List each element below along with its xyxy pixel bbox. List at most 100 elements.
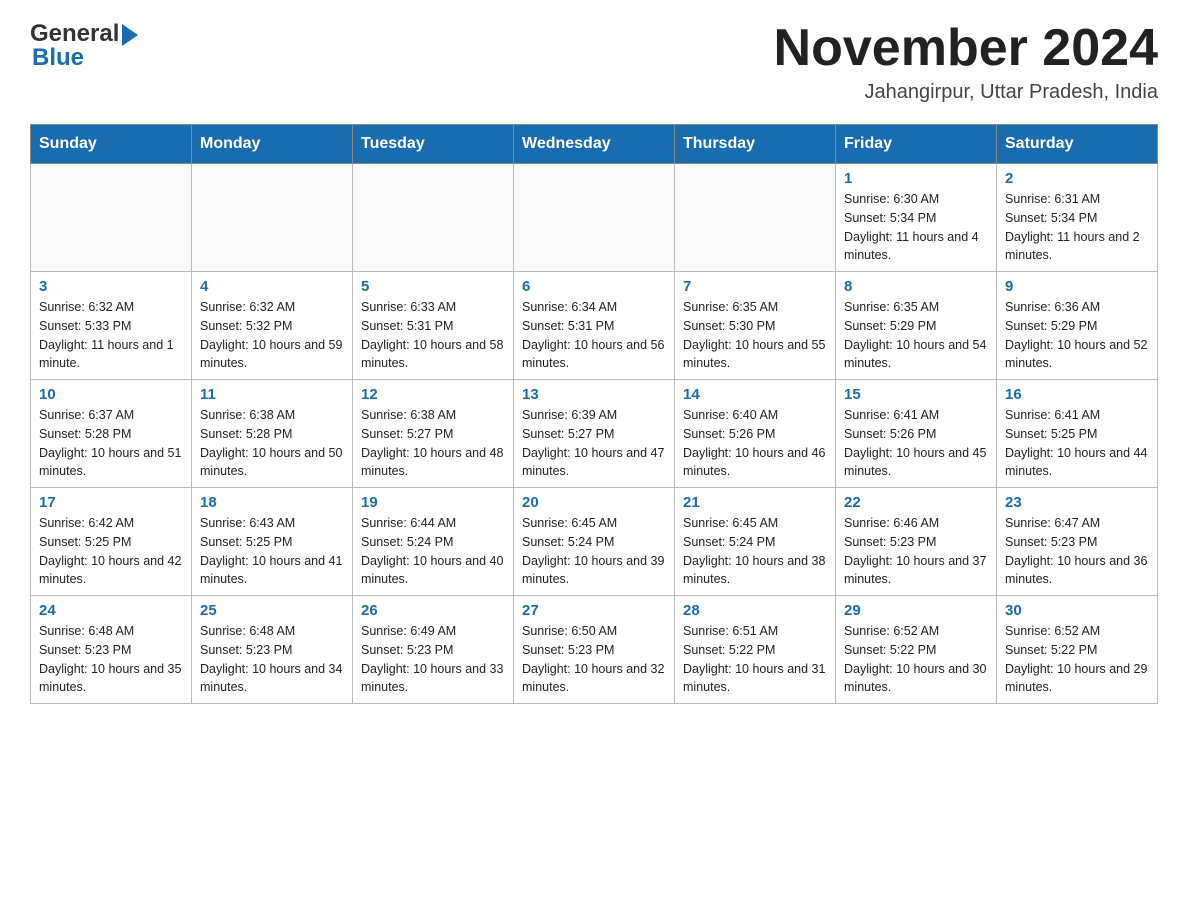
logo-arrow-icon: [122, 24, 138, 46]
month-title: November 2024: [774, 20, 1158, 77]
day-info: Sunrise: 6:50 AMSunset: 5:23 PMDaylight:…: [522, 622, 666, 697]
day-info: Sunrise: 6:51 AMSunset: 5:22 PMDaylight:…: [683, 622, 827, 697]
day-number: 3: [39, 278, 183, 295]
day-info: Sunrise: 6:34 AMSunset: 5:31 PMDaylight:…: [522, 298, 666, 373]
calendar-cell: 20 Sunrise: 6:45 AMSunset: 5:24 PMDayligh…: [514, 488, 675, 596]
day-number: 25: [200, 602, 344, 619]
calendar-cell: 18Sunrise: 6:43 AMSunset: 5:25 PMDayligh…: [192, 488, 353, 596]
calendar-header-row: SundayMondayTuesdayWednesdayThursdayFrid…: [31, 125, 1158, 164]
location-subtitle: Jahangirpur, Uttar Pradesh, India: [774, 81, 1158, 104]
day-info: Sunrise: 6:41 AMSunset: 5:26 PMDaylight:…: [844, 406, 988, 481]
day-number: 9: [1005, 278, 1149, 295]
day-info: Sunrise: 6:42 AMSunset: 5:25 PMDaylight:…: [39, 514, 183, 589]
weekday-header-sunday: Sunday: [31, 125, 192, 164]
calendar-cell: 30 Sunrise: 6:52 AMSunset: 5:22 PMDayligh…: [997, 596, 1158, 704]
calendar-cell: 25 Sunrise: 6:48 AMSunset: 5:23 PMDayligh…: [192, 596, 353, 704]
calendar-cell: 5 Sunrise: 6:33 AMSunset: 5:31 PMDaylight…: [353, 272, 514, 380]
logo: General Blue: [30, 20, 138, 72]
day-info: Sunrise: 6:32 AMSunset: 5:32 PMDaylight:…: [200, 298, 344, 373]
day-number: 30: [1005, 602, 1149, 619]
day-info: Sunrise: 6:40 AMSunset: 5:26 PMDaylight:…: [683, 406, 827, 481]
weekday-header-monday: Monday: [192, 125, 353, 164]
weekday-header-thursday: Thursday: [675, 125, 836, 164]
calendar-cell: 19Sunrise: 6:44 AMSunset: 5:24 PMDayligh…: [353, 488, 514, 596]
calendar-week-row: 10 Sunrise: 6:37 AMSunset: 5:28 PMDayligh…: [31, 380, 1158, 488]
logo-blue-text: Blue: [32, 44, 84, 72]
calendar-cell: [353, 164, 514, 272]
weekday-header-friday: Friday: [836, 125, 997, 164]
calendar-cell: 6Sunrise: 6:34 AMSunset: 5:31 PMDaylight…: [514, 272, 675, 380]
day-info: Sunrise: 6:36 AMSunset: 5:29 PMDaylight:…: [1005, 298, 1149, 373]
weekday-header-saturday: Saturday: [997, 125, 1158, 164]
day-number: 29: [844, 602, 988, 619]
calendar-cell: 27 Sunrise: 6:50 AMSunset: 5:23 PMDayligh…: [514, 596, 675, 704]
calendar-week-row: 1Sunrise: 6:30 AMSunset: 5:34 PMDaylight…: [31, 164, 1158, 272]
calendar-cell: 15 Sunrise: 6:41 AMSunset: 5:26 PMDayligh…: [836, 380, 997, 488]
calendar-cell: 26 Sunrise: 6:49 AMSunset: 5:23 PMDayligh…: [353, 596, 514, 704]
day-info: Sunrise: 6:33 AMSunset: 5:31 PMDaylight:…: [361, 298, 505, 373]
day-info: Sunrise: 6:35 AMSunset: 5:29 PMDaylight:…: [844, 298, 988, 373]
day-number: 14: [683, 386, 827, 403]
day-number: 8: [844, 278, 988, 295]
day-info: Sunrise: 6:48 AMSunset: 5:23 PMDaylight:…: [39, 622, 183, 697]
calendar-cell: 8 Sunrise: 6:35 AMSunset: 5:29 PMDaylight…: [836, 272, 997, 380]
day-number: 15: [844, 386, 988, 403]
day-info: Sunrise: 6:49 AMSunset: 5:23 PMDaylight:…: [361, 622, 505, 697]
day-info: Sunrise: 6:31 AMSunset: 5:34 PMDaylight:…: [1005, 190, 1149, 265]
title-block: November 2024 Jahangirpur, Uttar Pradesh…: [774, 20, 1158, 104]
day-info: Sunrise: 6:38 AMSunset: 5:28 PMDaylight:…: [200, 406, 344, 481]
day-number: 13: [522, 386, 666, 403]
day-number: 19: [361, 494, 505, 511]
calendar-cell: 10 Sunrise: 6:37 AMSunset: 5:28 PMDayligh…: [31, 380, 192, 488]
calendar-cell: 21Sunrise: 6:45 AMSunset: 5:24 PMDayligh…: [675, 488, 836, 596]
calendar-cell: 4Sunrise: 6:32 AMSunset: 5:32 PMDaylight…: [192, 272, 353, 380]
calendar-cell: 12 Sunrise: 6:38 AMSunset: 5:27 PMDayligh…: [353, 380, 514, 488]
day-info: Sunrise: 6:48 AMSunset: 5:23 PMDaylight:…: [200, 622, 344, 697]
day-number: 16: [1005, 386, 1149, 403]
calendar-cell: 3Sunrise: 6:32 AMSunset: 5:33 PMDaylight…: [31, 272, 192, 380]
day-info: Sunrise: 6:45 AMSunset: 5:24 PMDaylight:…: [683, 514, 827, 589]
calendar-week-row: 17 Sunrise: 6:42 AMSunset: 5:25 PMDayligh…: [31, 488, 1158, 596]
day-number: 28: [683, 602, 827, 619]
calendar-cell: 1Sunrise: 6:30 AMSunset: 5:34 PMDaylight…: [836, 164, 997, 272]
calendar-cell: 16 Sunrise: 6:41 AMSunset: 5:25 PMDayligh…: [997, 380, 1158, 488]
day-number: 26: [361, 602, 505, 619]
calendar-cell: [31, 164, 192, 272]
calendar-cell: 24 Sunrise: 6:48 AMSunset: 5:23 PMDayligh…: [31, 596, 192, 704]
calendar-cell: 2 Sunrise: 6:31 AMSunset: 5:34 PMDaylight…: [997, 164, 1158, 272]
calendar-week-row: 3Sunrise: 6:32 AMSunset: 5:33 PMDaylight…: [31, 272, 1158, 380]
day-info: Sunrise: 6:52 AMSunset: 5:22 PMDaylight:…: [1005, 622, 1149, 697]
calendar-cell: 7Sunrise: 6:35 AMSunset: 5:30 PMDaylight…: [675, 272, 836, 380]
calendar-table: SundayMondayTuesdayWednesdayThursdayFrid…: [30, 124, 1158, 704]
day-info: Sunrise: 6:37 AMSunset: 5:28 PMDaylight:…: [39, 406, 183, 481]
calendar-cell: [514, 164, 675, 272]
calendar-cell: 13 Sunrise: 6:39 AMSunset: 5:27 PMDayligh…: [514, 380, 675, 488]
day-info: Sunrise: 6:38 AMSunset: 5:27 PMDaylight:…: [361, 406, 505, 481]
day-info: Sunrise: 6:39 AMSunset: 5:27 PMDaylight:…: [522, 406, 666, 481]
calendar-cell: 11Sunrise: 6:38 AMSunset: 5:28 PMDayligh…: [192, 380, 353, 488]
day-number: 24: [39, 602, 183, 619]
day-number: 10: [39, 386, 183, 403]
calendar-cell: [192, 164, 353, 272]
calendar-cell: 23 Sunrise: 6:47 AMSunset: 5:23 PMDayligh…: [997, 488, 1158, 596]
calendar-cell: 22 Sunrise: 6:46 AMSunset: 5:23 PMDayligh…: [836, 488, 997, 596]
day-number: 20: [522, 494, 666, 511]
day-number: 27: [522, 602, 666, 619]
day-info: Sunrise: 6:52 AMSunset: 5:22 PMDaylight:…: [844, 622, 988, 697]
day-info: Sunrise: 6:41 AMSunset: 5:25 PMDaylight:…: [1005, 406, 1149, 481]
day-number: 5: [361, 278, 505, 295]
day-info: Sunrise: 6:45 AMSunset: 5:24 PMDaylight:…: [522, 514, 666, 589]
calendar-cell: 17 Sunrise: 6:42 AMSunset: 5:25 PMDayligh…: [31, 488, 192, 596]
day-info: Sunrise: 6:30 AMSunset: 5:34 PMDaylight:…: [844, 190, 988, 265]
day-info: Sunrise: 6:47 AMSunset: 5:23 PMDaylight:…: [1005, 514, 1149, 589]
calendar-cell: 28 Sunrise: 6:51 AMSunset: 5:22 PMDayligh…: [675, 596, 836, 704]
calendar-cell: [675, 164, 836, 272]
day-number: 17: [39, 494, 183, 511]
day-number: 18: [200, 494, 344, 511]
day-number: 23: [1005, 494, 1149, 511]
day-number: 22: [844, 494, 988, 511]
weekday-header-tuesday: Tuesday: [353, 125, 514, 164]
day-info: Sunrise: 6:46 AMSunset: 5:23 PMDaylight:…: [844, 514, 988, 589]
day-number: 12: [361, 386, 505, 403]
day-number: 2: [1005, 170, 1149, 187]
